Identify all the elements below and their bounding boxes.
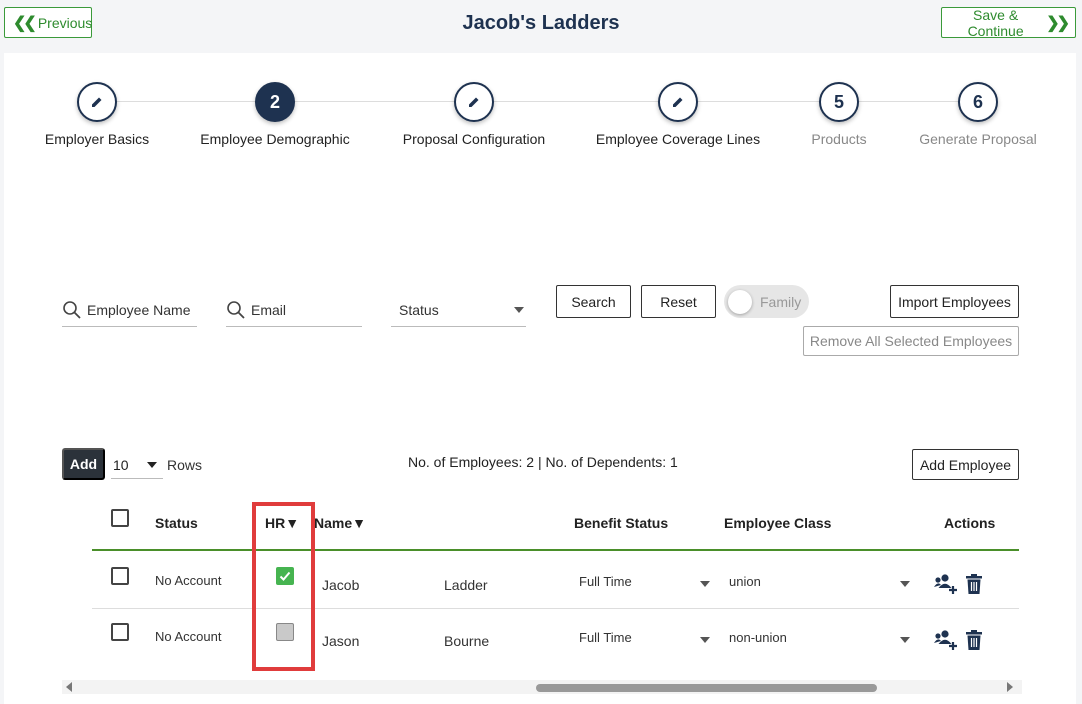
step-generate-proposal[interactable]: 6 Generate Proposal [888,82,1068,147]
step-label: Employee Demographic [200,131,350,147]
chevron-down-icon[interactable] [700,637,710,643]
chevron-down-icon [147,461,157,468]
step-label: Generate Proposal [919,131,1037,147]
family-toggle[interactable]: Family [724,285,809,318]
save-continue-label: Save & Continue [967,6,1024,39]
status-select-label: Status [399,301,439,318]
main-panel: Employer Basics 2 Employee Demographic P… [4,53,1076,704]
toggle-knob [728,289,752,314]
scroll-right-arrow-icon[interactable] [1007,682,1013,692]
row-status: No Account [155,573,222,588]
step-marker: 2 [255,82,295,122]
row-select-checkbox[interactable] [111,623,129,641]
email-placeholder: Email [251,301,287,318]
top-bar: ❮❮ Previous Jacob's Ladders Save & Conti… [0,0,1082,50]
step-label: Proposal Configuration [402,131,546,147]
employee-dependent-counts: No. of Employees: 2 | No. of Dependents:… [408,454,678,470]
employee-name-search-input[interactable]: Employee Name [62,293,197,327]
step-marker [454,82,494,122]
step-label: Employer Basics [44,131,150,147]
row-last-name: Ladder [444,577,488,593]
search-icon [227,300,245,319]
rows-per-page-value: 10 [113,456,129,473]
step-marker [77,82,117,122]
row-select-checkbox[interactable] [111,567,129,585]
step-proposal-configuration[interactable]: Proposal Configuration [384,82,564,147]
delete-icon[interactable] [962,629,986,651]
row-last-name: Bourne [444,633,490,649]
add-rows-button[interactable]: Add [62,448,105,480]
chevron-down-icon [514,306,524,313]
scrollbar-thumb[interactable] [536,684,877,692]
chevron-down-icon[interactable] [700,581,710,587]
row-status: No Account [155,629,222,644]
row-benefit-status[interactable]: Full Time [579,574,632,589]
row-divider [92,608,1019,609]
remove-all-selected-button[interactable]: Remove All Selected Employees [803,326,1019,356]
email-search-input[interactable]: Email [226,293,362,327]
step-employee-demographic[interactable]: 2 Employee Demographic [185,82,365,147]
step-employer-basics[interactable]: Employer Basics [7,82,187,147]
double-chevron-right-icon: ❯❯ [1046,14,1070,32]
search-icon [63,300,81,319]
column-header-actions: Actions [944,515,996,531]
chevron-down-icon[interactable] [900,637,910,643]
search-button[interactable]: Search [556,285,631,318]
reset-button[interactable]: Reset [641,285,716,318]
edit-icon [673,97,683,107]
scroll-left-arrow-icon[interactable] [66,682,72,692]
column-header-name[interactable]: Name▼ [314,515,366,531]
save-continue-button[interactable]: Save & Continue ❯❯ [941,6,1076,39]
step-employee-coverage-lines[interactable]: Employee Coverage Lines [588,82,768,147]
row-employee-class[interactable]: union [729,574,761,589]
page-title: Jacob's Ladders [462,12,620,34]
header-divider [92,549,1019,551]
column-header-benefit-status: Benefit Status [574,515,669,531]
select-all-checkbox[interactable] [111,509,129,527]
rows-label: Rows [167,457,203,473]
row-first-name: Jason [322,633,360,649]
delete-icon[interactable] [962,573,986,595]
status-select[interactable]: Status [391,293,526,327]
row-employee-class[interactable]: non-union [729,630,787,645]
add-employee-button[interactable]: Add Employee [912,449,1019,480]
family-toggle-label: Family [760,293,802,310]
step-marker: 5 [819,82,859,122]
add-dependent-icon[interactable] [934,573,958,595]
edit-icon [92,97,102,107]
import-employees-button[interactable]: Import Employees [890,285,1019,318]
rows-per-page-select[interactable]: 10 [111,451,163,479]
chevron-down-icon[interactable] [900,581,910,587]
column-header-status: Status [155,515,198,531]
step-label: Employee Coverage Lines [595,131,761,147]
step-marker [658,82,698,122]
employee-name-placeholder: Employee Name [87,301,191,318]
row-benefit-status[interactable]: Full Time [579,630,632,645]
row-first-name: Jacob [322,577,360,593]
step-marker: 6 [958,82,998,122]
column-header-employee-class: Employee Class [724,515,832,531]
add-dependent-icon[interactable] [934,629,958,651]
edit-icon [469,97,479,107]
hr-column-highlight [252,502,315,671]
